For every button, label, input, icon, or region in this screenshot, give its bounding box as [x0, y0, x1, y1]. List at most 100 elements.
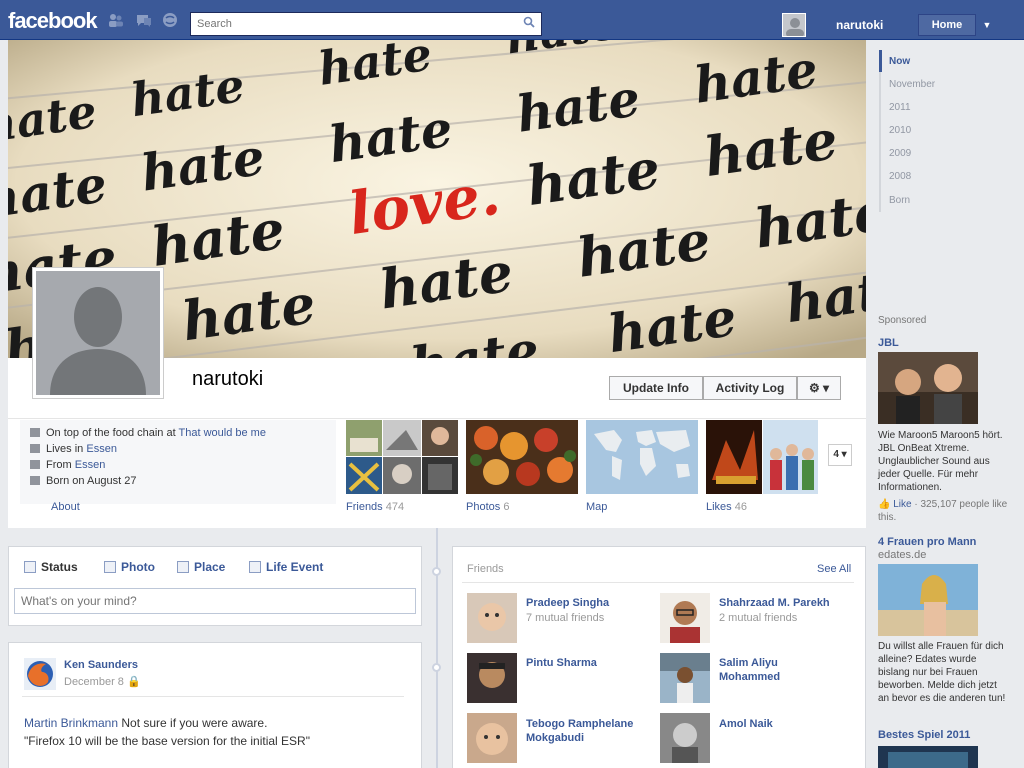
post-author[interactable]: Ken Saunders [64, 659, 138, 671]
scrubber-2008[interactable]: 2008 [889, 171, 911, 182]
friend-name[interactable]: Pradeep Singha [526, 596, 609, 610]
friend-name[interactable]: Salim Aliyu Mohammed [719, 656, 780, 684]
photo-icon [104, 561, 116, 573]
messages-icon[interactable] [136, 12, 152, 28]
photos-tile[interactable] [466, 420, 578, 494]
scrubber-november[interactable]: November [889, 79, 935, 90]
tab-status[interactable]: Status [24, 560, 78, 574]
ad-image[interactable] [878, 746, 978, 768]
friends-divider [462, 582, 854, 583]
friend-name[interactable]: Pintu Sharma [526, 656, 597, 670]
ad-like-link[interactable]: 👍 Like [878, 499, 912, 510]
home-pin-icon [30, 460, 40, 469]
ad-like-label[interactable]: Like [893, 499, 911, 510]
friend-name-line2[interactable]: Mohammed [719, 671, 780, 683]
ad-text[interactable]: Wie Maroon5 Maroon5 hört. JBL OnBeat Xtr… [878, 429, 1006, 494]
about-link[interactable]: About [51, 501, 80, 513]
status-icon [24, 561, 36, 573]
firefox-avatar-icon[interactable] [24, 658, 56, 690]
default-avatar-icon [36, 271, 160, 395]
info-work: On top of the food chain at That would b… [30, 427, 266, 439]
calendar-icon [30, 476, 40, 485]
friend-requests-icon[interactable] [108, 12, 124, 28]
tab-place-label[interactable]: Place [194, 560, 225, 574]
top-user-name[interactable]: narutoki [836, 18, 883, 32]
likes-count: 46 [734, 501, 747, 513]
search-input[interactable] [191, 13, 511, 35]
friend-mutual[interactable]: 7 mutual friends [526, 612, 604, 624]
tab-status-label[interactable]: Status [41, 560, 78, 574]
search-icon[interactable] [523, 16, 535, 31]
briefcase-icon [30, 428, 40, 437]
friends-box-title[interactable]: Friends [467, 563, 504, 575]
notifications-icon[interactable] [162, 12, 178, 28]
tab-place[interactable]: Place [177, 560, 225, 574]
friend-name-line1[interactable]: Salim Aliyu [719, 657, 778, 669]
ad-title[interactable]: Bestes Spiel 2011 [878, 729, 970, 741]
post-text-line1: Martin Brinkmann Not sure if you were aw… [24, 716, 267, 730]
ad-text[interactable]: Du willst alle Frauen für dich alleine? … [878, 640, 1006, 705]
more-tiles-button[interactable]: 4 ▾ [828, 444, 852, 466]
info-from: From Essen [30, 459, 105, 471]
map-tile[interactable] [586, 420, 698, 494]
likes-tile-label[interactable]: Likes 46 [706, 501, 747, 513]
tab-photo[interactable]: Photo [104, 560, 155, 574]
info-from-link[interactable]: Essen [75, 459, 106, 471]
timeline-spine [436, 528, 438, 768]
facebook-logo[interactable]: facebook [8, 8, 98, 34]
home-button[interactable]: Home [918, 14, 976, 36]
search-box[interactable] [190, 12, 542, 36]
friend-avatar[interactable] [467, 593, 517, 643]
tab-life-event[interactable]: Life Event [249, 560, 323, 574]
top-avatar[interactable] [782, 13, 806, 37]
info-born: Born on August 27 [30, 475, 137, 487]
status-composer [8, 546, 422, 626]
profile-picture[interactable] [32, 267, 164, 399]
friend-name[interactable]: Tebogo Ramphelane Mokgabudi [526, 717, 633, 745]
post-date[interactable]: December 8 🔒 [64, 675, 141, 688]
account-menu-icon[interactable]: ▼ [976, 14, 998, 36]
ad-title[interactable]: JBL [878, 337, 899, 349]
tab-photo-label[interactable]: Photo [121, 560, 155, 574]
activity-log-button[interactable]: Activity Log [703, 376, 797, 400]
photos-count: 6 [503, 501, 510, 513]
friend-avatar[interactable] [467, 653, 517, 703]
likes-tile-text[interactable]: Likes [706, 501, 732, 513]
friend-avatar[interactable] [660, 593, 710, 643]
scrubber-born[interactable]: Born [889, 195, 910, 206]
friend-mutual[interactable]: 2 mutual friends [719, 612, 797, 624]
ad-image[interactable] [878, 352, 978, 424]
scrubber-2011[interactable]: 2011 [889, 102, 911, 113]
friends-tile-text[interactable]: Friends [346, 501, 383, 513]
ad-title[interactable]: 4 Frauen pro Mann [878, 536, 976, 548]
scrubber-2009[interactable]: 2009 [889, 148, 911, 159]
status-input[interactable] [14, 588, 416, 614]
friend-avatar[interactable] [660, 653, 710, 703]
likes-tile[interactable] [706, 420, 818, 494]
post-date-text[interactable]: December 8 [64, 676, 124, 688]
friends-see-all-link[interactable]: See All [817, 563, 851, 575]
photos-tile-text[interactable]: Photos [466, 501, 500, 513]
scrubber-now[interactable]: Now [889, 56, 910, 67]
friend-name-line2[interactable]: Mokgabudi [526, 732, 584, 744]
scrubber-2010[interactable]: 2010 [889, 125, 911, 136]
update-info-button[interactable]: Update Info [609, 376, 703, 400]
friend-name[interactable]: Amol Naik [719, 717, 773, 731]
friend-avatar[interactable] [467, 713, 517, 763]
map-tile-label[interactable]: Map [586, 501, 607, 513]
ad-image[interactable] [878, 564, 978, 636]
post-mention[interactable]: Martin Brinkmann [24, 716, 118, 730]
friend-name[interactable]: Shahrzaad M. Parekh [719, 596, 830, 610]
friends-tile-label[interactable]: Friends 474 [346, 501, 404, 513]
info-work-link[interactable]: That would be me [179, 427, 266, 439]
thumbs-up-icon: 👍 [878, 499, 891, 510]
tab-life-event-label[interactable]: Life Event [266, 560, 323, 574]
photos-tile-label[interactable]: Photos 6 [466, 501, 509, 513]
timeline-dot [432, 663, 441, 672]
sponsored-label: Sponsored [878, 315, 927, 326]
settings-gear-button[interactable]: ⚙ ▾ [797, 376, 841, 400]
friends-tile[interactable] [346, 420, 458, 494]
friend-avatar[interactable] [660, 713, 710, 763]
friend-name-line1[interactable]: Tebogo Ramphelane [526, 718, 633, 730]
info-lives-link[interactable]: Essen [86, 443, 117, 455]
